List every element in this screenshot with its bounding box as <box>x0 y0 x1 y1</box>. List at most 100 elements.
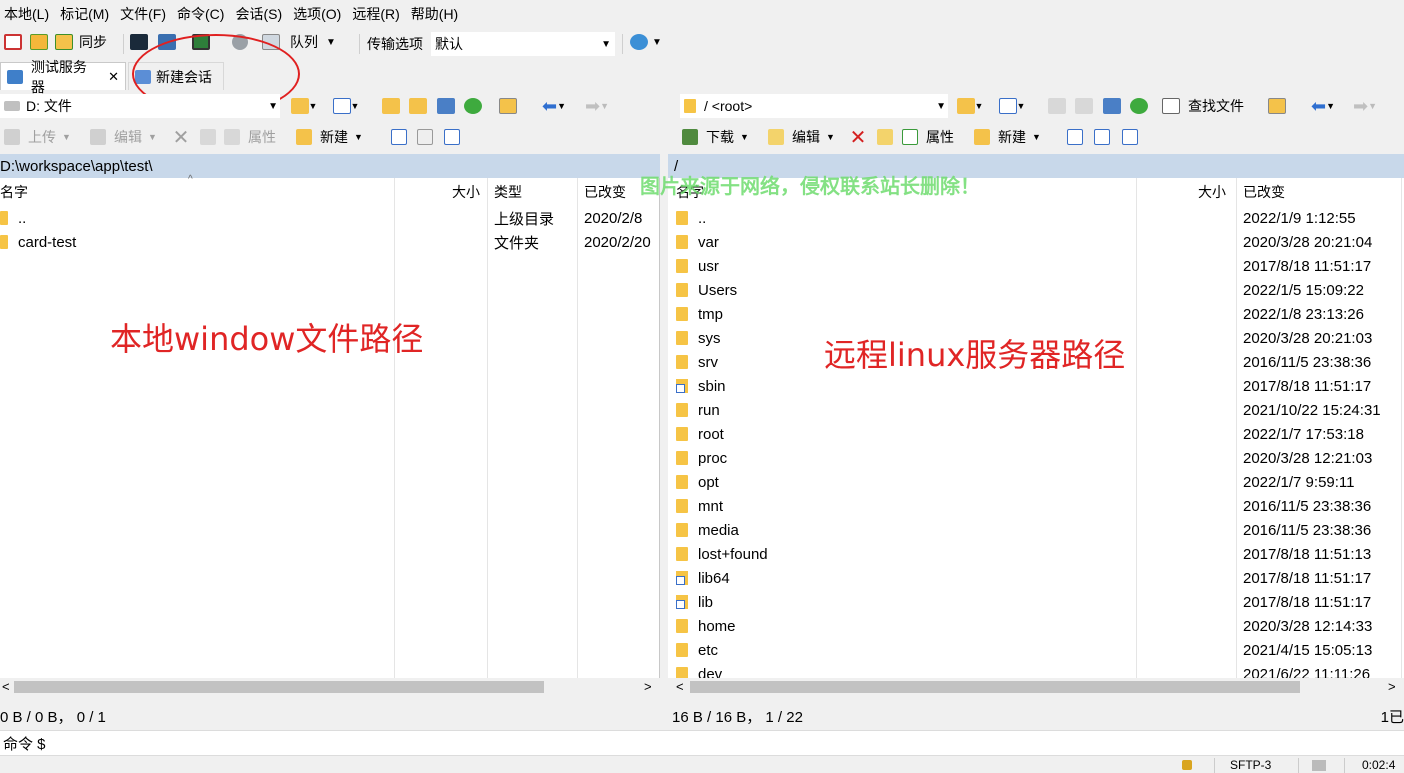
delete-icon: ✕ <box>849 126 867 149</box>
remote-file-list[interactable]: 名字 大小 已改变 .. 2022/1/9 1:12:55 var 2020/3/28… <box>640 176 1404 696</box>
local-unselect-button[interactable] <box>414 127 436 147</box>
find-files-button[interactable]: 查找文件 <box>1162 96 1258 116</box>
table-row[interactable]: var 2020/3/28 20:21:04 <box>668 230 1404 254</box>
remote-path-select[interactable]: / <root> ▼ <box>680 94 948 118</box>
remote-parent-dir-button[interactable] <box>1046 96 1068 116</box>
menu-mark[interactable]: 标记(M) <box>60 4 109 24</box>
local-properties-button[interactable]: 属性 <box>224 127 286 147</box>
table-row[interactable]: opt 2022/1/7 9:59:11 <box>668 470 1404 494</box>
scrollbar-thumb[interactable] <box>14 681 544 693</box>
local-file-list[interactable]: 名字 ^ 大小 类型 已改变 .. 上级目录 2020/2/8 card-test… <box>0 174 660 696</box>
table-row[interactable]: .. 上级目录 2020/2/8 <box>0 206 660 230</box>
local-rename-button[interactable] <box>197 127 219 147</box>
remote-bookmark-button[interactable] <box>1266 96 1288 116</box>
remote-new-button[interactable]: 新建 ▼ <box>974 127 1048 147</box>
compare-dirs-button[interactable] <box>2 32 24 52</box>
local-edit-button[interactable]: 编辑 ▼ <box>90 127 166 147</box>
table-row[interactable]: home 2020/3/28 12:14:33 <box>668 614 1404 638</box>
remote-status-text: 16 B / 16 B， 1 / 22 <box>672 708 803 726</box>
network-button[interactable]: ▼ <box>630 32 668 52</box>
table-row[interactable]: card-test 文件夹 2020/2/20 <box>0 230 660 254</box>
remote-rename-button[interactable] <box>874 127 896 147</box>
table-row[interactable]: root 2022/1/7 17:53:18 <box>668 422 1404 446</box>
local-filter-select-button[interactable] <box>441 127 463 147</box>
table-row[interactable]: run 2021/10/22 15:24:31 <box>668 398 1404 422</box>
remote-open-folder-button[interactable]: ▼ <box>952 96 988 116</box>
remote-refresh-button[interactable] <box>1128 96 1150 116</box>
local-address-bar[interactable]: D:\workspace\app\test\ <box>0 154 660 178</box>
local-forward-button[interactable]: ➡ ▼ <box>578 96 616 116</box>
remote-filter-button[interactable]: ▼ <box>994 96 1030 116</box>
sync-button[interactable]: 同步 <box>55 32 119 52</box>
remote-home-button[interactable] <box>1101 96 1123 116</box>
chevron-down-icon: ▼ <box>740 132 749 142</box>
column-type[interactable]: 类型 <box>494 178 578 206</box>
remote-properties-button[interactable]: 属性 <box>902 127 964 147</box>
local-new-button[interactable]: 新建 ▼ <box>296 127 370 147</box>
remote-back-button[interactable]: ⬅ ▼ <box>1304 96 1342 116</box>
local-open-folder-button[interactable]: ▼ <box>286 96 322 116</box>
column-name[interactable]: 名字 ^ <box>0 174 394 206</box>
row-name: run <box>698 401 720 419</box>
remote-select-button[interactable] <box>1064 127 1086 147</box>
row-modified: 2017/8/18 11:51:17 <box>1243 257 1372 275</box>
local-horizontal-scrollbar[interactable]: < > <box>0 678 660 696</box>
table-row[interactable]: proc 2020/3/28 12:21:03 <box>668 446 1404 470</box>
remote-filter-select-button[interactable] <box>1119 127 1141 147</box>
download-button[interactable]: 下载 ▼ <box>682 127 756 147</box>
menu-session[interactable]: 会话(S) <box>235 4 282 24</box>
toolbar-separator <box>359 34 360 54</box>
table-row[interactable]: lib64 2017/8/18 11:51:17 <box>668 566 1404 590</box>
table-row[interactable]: mnt 2016/11/5 23:38:36 <box>668 494 1404 518</box>
local-bookmark-button[interactable] <box>497 96 519 116</box>
local-select-button[interactable] <box>388 127 410 147</box>
local-refresh-button[interactable] <box>462 96 484 116</box>
table-row[interactable]: sbin 2017/8/18 11:51:17 <box>668 374 1404 398</box>
remote-delete-button[interactable]: ✕ <box>847 126 869 149</box>
upload-button[interactable]: 上传 ▼ <box>4 127 78 147</box>
table-row[interactable]: .. 2022/1/9 1:12:55 <box>668 206 1404 230</box>
column-modified[interactable]: 已改变 <box>1243 178 1403 206</box>
menu-commands[interactable]: 命令(C) <box>177 4 224 24</box>
table-row[interactable]: lib 2017/8/18 11:51:17 <box>668 590 1404 614</box>
scrollbar-thumb[interactable] <box>690 681 1300 693</box>
close-icon[interactable]: ✕ <box>108 69 119 85</box>
menu-options[interactable]: 选项(O) <box>293 4 341 24</box>
menu-file[interactable]: 文件(F) <box>120 4 166 24</box>
table-row[interactable]: lost+found 2017/8/18 11:51:13 <box>668 542 1404 566</box>
table-row[interactable]: Users 2022/1/5 15:09:22 <box>668 278 1404 302</box>
local-root-dir-button[interactable] <box>407 96 429 116</box>
symlink-folder-icon <box>676 595 688 609</box>
remote-root-dir-button[interactable] <box>1073 96 1095 116</box>
remote-forward-button[interactable]: ➡ ▼ <box>1346 96 1384 116</box>
local-drive-select[interactable]: D: 文件 ▼ <box>0 94 280 118</box>
menu-remote[interactable]: 远程(R) <box>352 4 399 24</box>
tab-test-server[interactable]: 测试服务器 ✕ <box>0 59 126 95</box>
local-home-button[interactable] <box>435 96 457 116</box>
command-line[interactable]: 命令 $ <box>0 730 1404 756</box>
local-parent-dir-button[interactable] <box>380 96 402 116</box>
remote-unselect-button[interactable] <box>1091 127 1113 147</box>
local-path-toolbar: D: 文件 ▼ ▼ ▼ ⬅ ▼ ➡ ▼ <box>0 94 662 120</box>
local-delete-button[interactable]: ✕ <box>170 127 192 149</box>
table-row[interactable]: tmp 2022/1/8 23:13:26 <box>668 302 1404 326</box>
table-row[interactable]: usr 2017/8/18 11:51:17 <box>668 254 1404 278</box>
sync-browse-button[interactable] <box>28 32 50 52</box>
local-filter-button[interactable]: ▼ <box>328 96 364 116</box>
column-size[interactable]: 大小 <box>394 178 486 206</box>
menu-local[interactable]: 本地(L) <box>4 4 49 24</box>
table-row[interactable]: media 2016/11/5 23:38:36 <box>668 518 1404 542</box>
folder-icon <box>684 99 696 113</box>
remote-horizontal-scrollbar[interactable]: < > <box>668 678 1404 696</box>
transfer-preset-select[interactable]: 默认 ▼ <box>431 32 615 56</box>
chevron-down-icon: ▼ <box>62 132 71 142</box>
minus-icon <box>417 129 433 145</box>
table-row[interactable]: etc 2021/4/15 15:05:13 <box>668 638 1404 662</box>
local-back-button[interactable]: ⬅ ▼ <box>535 96 573 116</box>
refresh-icon <box>1130 98 1148 114</box>
column-size[interactable]: 大小 <box>1136 178 1232 206</box>
menu-help[interactable]: 帮助(H) <box>411 4 458 24</box>
open-terminal-button[interactable] <box>128 32 150 52</box>
remote-edit-button[interactable]: 编辑 ▼ <box>768 127 844 147</box>
remote-path-toolbar: / <root> ▼ ▼ ▼ 查找文件 ⬅ ▼ ➡ ▼ <box>668 94 1404 120</box>
